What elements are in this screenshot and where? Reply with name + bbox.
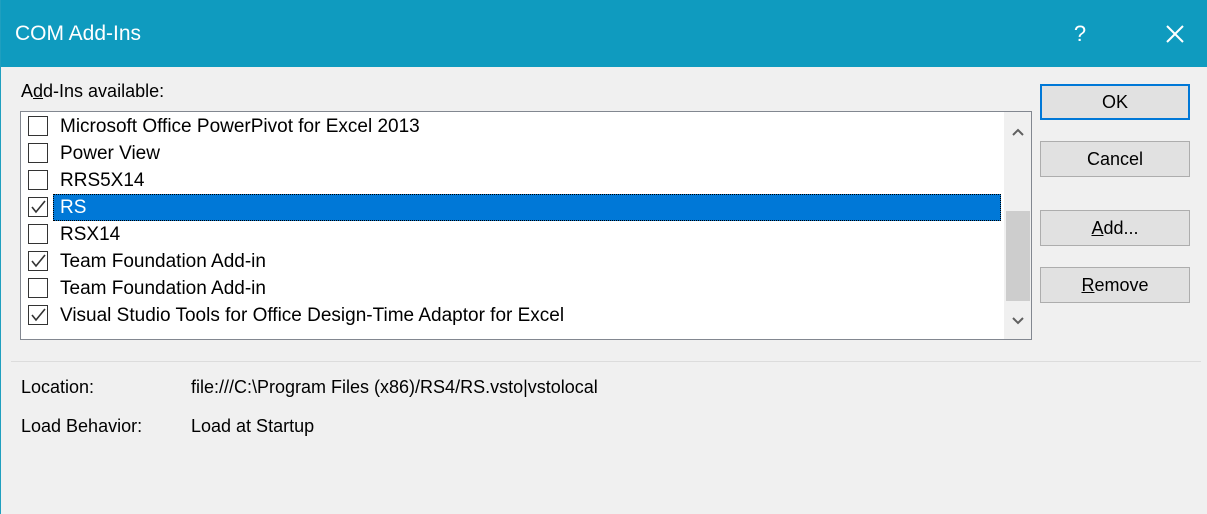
addins-label-accel: d <box>33 81 44 101</box>
load-behavior-label: Load Behavior: <box>21 416 143 436</box>
close-button[interactable] <box>1151 14 1199 54</box>
add-button-rest: dd... <box>1103 218 1139 238</box>
addin-label: Team Foundation Add-in <box>60 251 266 272</box>
checkmark-icon <box>31 308 46 322</box>
ok-button[interactable]: OK <box>1040 84 1190 120</box>
addin-checkbox[interactable] <box>28 224 48 244</box>
chevron-down-icon <box>1012 317 1024 325</box>
help-button[interactable]: ? <box>1056 14 1104 54</box>
addin-checkbox[interactable] <box>28 278 48 298</box>
addin-checkbox[interactable] <box>28 251 48 271</box>
load-behavior-value: Load at Startup <box>191 416 315 436</box>
title-bar: COM Add-Ins ? <box>1 0 1207 67</box>
addin-label: Power View <box>60 143 160 164</box>
list-item[interactable]: Power View <box>21 140 1001 167</box>
addin-label: Team Foundation Add-in <box>60 278 266 299</box>
scroll-up-button[interactable] <box>1004 118 1031 146</box>
list-item[interactable]: RS <box>21 194 1001 221</box>
addin-label: Visual Studio Tools for Office Design-Ti… <box>60 305 565 326</box>
addin-label: RRS5X14 <box>60 170 145 191</box>
close-icon <box>1166 25 1184 43</box>
addins-available-label: Add-Ins available: <box>21 81 164 102</box>
scrollbar-thumb[interactable] <box>1006 211 1030 301</box>
addin-checkbox[interactable] <box>28 116 48 136</box>
add-button[interactable]: Add... <box>1040 210 1190 246</box>
remove-button-rest: emove <box>1094 275 1149 295</box>
addin-label: Microsoft Office PowerPivot for Excel 20… <box>60 116 420 137</box>
checkmark-icon <box>31 254 46 268</box>
addin-checkbox[interactable] <box>28 197 48 217</box>
list-item[interactable]: Team Foundation Add-in <box>21 248 1001 275</box>
location-value: file:///C:\Program Files (x86)/RS4/RS.vs… <box>191 377 598 397</box>
addins-list[interactable]: Microsoft Office PowerPivot for Excel 20… <box>20 111 1032 340</box>
remove-button[interactable]: Remove <box>1040 267 1190 303</box>
list-item[interactable]: Visual Studio Tools for Office Design-Ti… <box>21 302 1001 329</box>
addins-label-rest: d-Ins available: <box>43 81 165 101</box>
list-item[interactable]: Microsoft Office PowerPivot for Excel 20… <box>21 113 1001 140</box>
add-button-accel: A <box>1091 218 1104 238</box>
addin-checkbox[interactable] <box>28 170 48 190</box>
remove-button-accel: R <box>1081 275 1095 295</box>
location-label: Location: <box>21 377 95 397</box>
addin-checkbox[interactable] <box>28 143 48 163</box>
focus-rectangle <box>53 194 1001 221</box>
list-item[interactable]: RRS5X14 <box>21 167 1001 194</box>
checkmark-icon <box>31 200 46 214</box>
com-addins-dialog: COM Add-Ins ? Add-Ins available: Microso… <box>0 0 1207 514</box>
cancel-button[interactable]: Cancel <box>1040 141 1190 177</box>
addins-label-prefix: A <box>21 81 34 101</box>
scroll-down-button[interactable] <box>1004 307 1031 335</box>
separator <box>11 361 1201 362</box>
addin-label: RSX14 <box>60 224 121 245</box>
list-item[interactable]: RSX14 <box>21 221 1001 248</box>
list-item[interactable]: Team Foundation Add-in <box>21 275 1001 302</box>
chevron-up-icon <box>1012 128 1024 136</box>
vertical-scrollbar[interactable] <box>1004 112 1031 339</box>
addin-checkbox[interactable] <box>28 305 48 325</box>
window-title: COM Add-Ins <box>15 22 142 45</box>
